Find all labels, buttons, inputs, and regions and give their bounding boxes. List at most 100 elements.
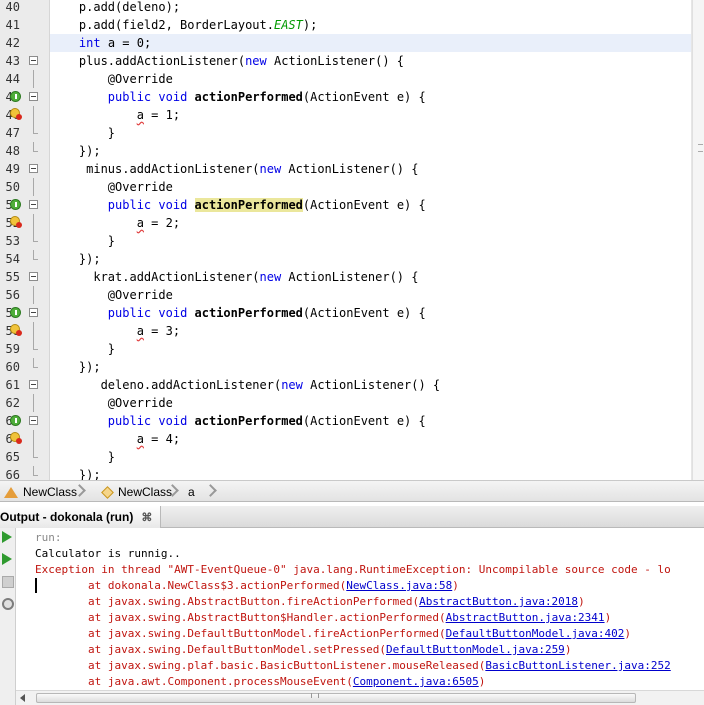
code-line[interactable]: }); xyxy=(50,466,691,480)
console-line: run: xyxy=(35,530,62,546)
stop-icon[interactable] xyxy=(2,576,14,588)
code-line[interactable]: a = 4; xyxy=(50,430,691,448)
code-line[interactable]: @Override xyxy=(50,286,691,304)
override-annotation-icon[interactable] xyxy=(10,415,21,426)
console-line: at java.awt.Component.processMouseEvent(… xyxy=(35,674,485,690)
error-hint-icon[interactable] xyxy=(10,324,22,336)
code-line[interactable]: p.add(field2, BorderLayout.EAST); xyxy=(50,16,691,34)
line-number: 56 xyxy=(5,288,20,302)
stacktrace-link[interactable]: BasicButtonListener.java:252 xyxy=(485,659,670,672)
code-line[interactable]: public void actionPerformed(ActionEvent … xyxy=(50,412,691,430)
fold-collapse-icon[interactable] xyxy=(29,200,38,209)
error-hint-icon[interactable] xyxy=(10,432,22,444)
code-line[interactable]: krat.addActionListener(new ActionListene… xyxy=(50,268,691,286)
code-line[interactable]: a = 2; xyxy=(50,214,691,232)
breadcrumb-label: NewClass xyxy=(23,485,78,499)
code-line[interactable]: plus.addActionListener(new ActionListene… xyxy=(50,52,691,70)
line-number: 66 xyxy=(5,468,20,480)
tab-output[interactable]: Output - dokonala (run) ⌘ xyxy=(0,506,162,528)
scrollbar-thumb[interactable] xyxy=(36,693,636,703)
breadcrumb-item-class[interactable]: NewClass xyxy=(4,484,77,500)
code-line[interactable]: a = 1; xyxy=(50,106,691,124)
code-line-text: p.add(field2, BorderLayout.EAST); xyxy=(50,18,318,32)
fold-collapse-icon[interactable] xyxy=(29,272,38,281)
code-line-text: } xyxy=(50,126,116,140)
run-icon[interactable] xyxy=(2,531,12,543)
code-line[interactable]: deleno.addActionListener(new ActionListe… xyxy=(50,376,691,394)
override-annotation-icon[interactable] xyxy=(10,91,21,102)
code-line[interactable]: } xyxy=(50,232,691,250)
code-line[interactable]: @Override xyxy=(50,178,691,196)
console-line-tail: ) xyxy=(564,643,572,656)
error-hint-icon[interactable] xyxy=(10,216,22,228)
fold-guide xyxy=(33,430,34,448)
code-line-text: } xyxy=(50,450,116,464)
code-line[interactable]: int a = 0; xyxy=(50,34,691,52)
output-horizontal-scrollbar[interactable] xyxy=(16,690,704,705)
code-line[interactable]: @Override xyxy=(50,70,691,88)
fold-end-icon xyxy=(33,448,38,458)
gutter-row: 56 xyxy=(0,286,49,304)
code-line[interactable]: public void actionPerformed(ActionEvent … xyxy=(50,304,691,322)
code-area[interactable]: p.add(deleno); p.add(field2, BorderLayou… xyxy=(50,0,691,480)
fold-collapse-icon[interactable] xyxy=(29,416,38,425)
console-line: at javax.swing.DefaultButtonModel.setPre… xyxy=(35,642,571,658)
code-line[interactable]: } xyxy=(50,124,691,142)
fold-collapse-icon[interactable] xyxy=(29,56,38,65)
code-line-text: }); xyxy=(50,252,101,266)
code-line[interactable]: @Override xyxy=(50,394,691,412)
stacktrace-link[interactable]: AbstractButton.java:2018 xyxy=(419,595,578,608)
code-line[interactable]: } xyxy=(50,448,691,466)
scrollbar-grip-icon[interactable] xyxy=(698,144,703,152)
breadcrumb-item-class-2[interactable]: NewClass xyxy=(100,484,172,500)
code-line[interactable]: } xyxy=(50,340,691,358)
fold-collapse-icon[interactable] xyxy=(29,92,38,101)
line-number: 53 xyxy=(5,234,20,248)
stacktrace-link[interactable]: AbstractButton.java:2341 xyxy=(446,611,605,624)
code-editor[interactable]: 40 41 42 43 44 4546 47 48 49 50 5152 53 54 55 56 5758 59… xyxy=(0,0,704,480)
console-line-tail: ) xyxy=(624,627,632,640)
code-line[interactable]: a = 3; xyxy=(50,322,691,340)
output-toolbar xyxy=(0,528,16,705)
code-line[interactable]: minus.addActionListener(new ActionListen… xyxy=(50,160,691,178)
fold-end-icon xyxy=(33,232,38,242)
code-line-text: p.add(deleno); xyxy=(50,0,181,14)
gutter-row: 63 xyxy=(0,412,49,430)
line-number: 62 xyxy=(5,396,20,410)
line-number: 60 xyxy=(5,360,20,374)
fold-collapse-icon[interactable] xyxy=(29,308,38,317)
close-icon[interactable]: ⌘ xyxy=(141,511,152,524)
error-hint-icon[interactable] xyxy=(10,108,22,120)
fold-collapse-icon[interactable] xyxy=(29,164,38,173)
stacktrace-link[interactable]: DefaultButtonModel.java:402 xyxy=(446,627,625,640)
code-line[interactable]: }); xyxy=(50,358,691,376)
output-console[interactable]: run: Calculator is runnig.. Exception in t… xyxy=(16,528,704,690)
gutter-row: 54 xyxy=(0,250,49,268)
fold-collapse-icon[interactable] xyxy=(29,380,38,389)
override-annotation-icon[interactable] xyxy=(10,199,21,210)
editor-vertical-scrollbar[interactable] xyxy=(692,0,704,480)
gutter-row: 46 xyxy=(0,106,49,124)
settings-icon[interactable] xyxy=(2,598,14,610)
override-annotation-icon[interactable] xyxy=(10,307,21,318)
gutter-row: 42 xyxy=(0,34,49,52)
code-line-text: public void actionPerformed(ActionEvent … xyxy=(107,198,426,212)
stacktrace-link[interactable]: NewClass.java:58 xyxy=(346,579,452,592)
code-line-text: a = 3; xyxy=(136,324,181,338)
stacktrace-link[interactable]: Component.java:6505 xyxy=(353,675,479,688)
scroll-left-icon[interactable] xyxy=(20,694,25,702)
stacktrace-link[interactable]: DefaultButtonModel.java:259 xyxy=(386,643,565,656)
rerun-icon[interactable] xyxy=(2,553,12,565)
code-line[interactable]: public void actionPerformed(ActionEvent … xyxy=(50,196,691,214)
line-number: 59 xyxy=(5,342,20,356)
code-line[interactable]: public void actionPerformed(ActionEvent … xyxy=(50,88,691,106)
code-line[interactable]: }); xyxy=(50,142,691,160)
code-line[interactable]: p.add(deleno); xyxy=(50,0,691,16)
code-line-text: deleno.addActionListener(new ActionListe… xyxy=(50,378,441,392)
console-line-text: at javax.swing.DefaultButtonModel.setPre… xyxy=(35,643,386,656)
line-number: 42 xyxy=(5,36,20,50)
line-number: 61 xyxy=(5,378,20,392)
breadcrumb-item-field[interactable]: a xyxy=(188,484,195,500)
code-line[interactable]: }); xyxy=(50,250,691,268)
gutter-row: 61 xyxy=(0,376,49,394)
